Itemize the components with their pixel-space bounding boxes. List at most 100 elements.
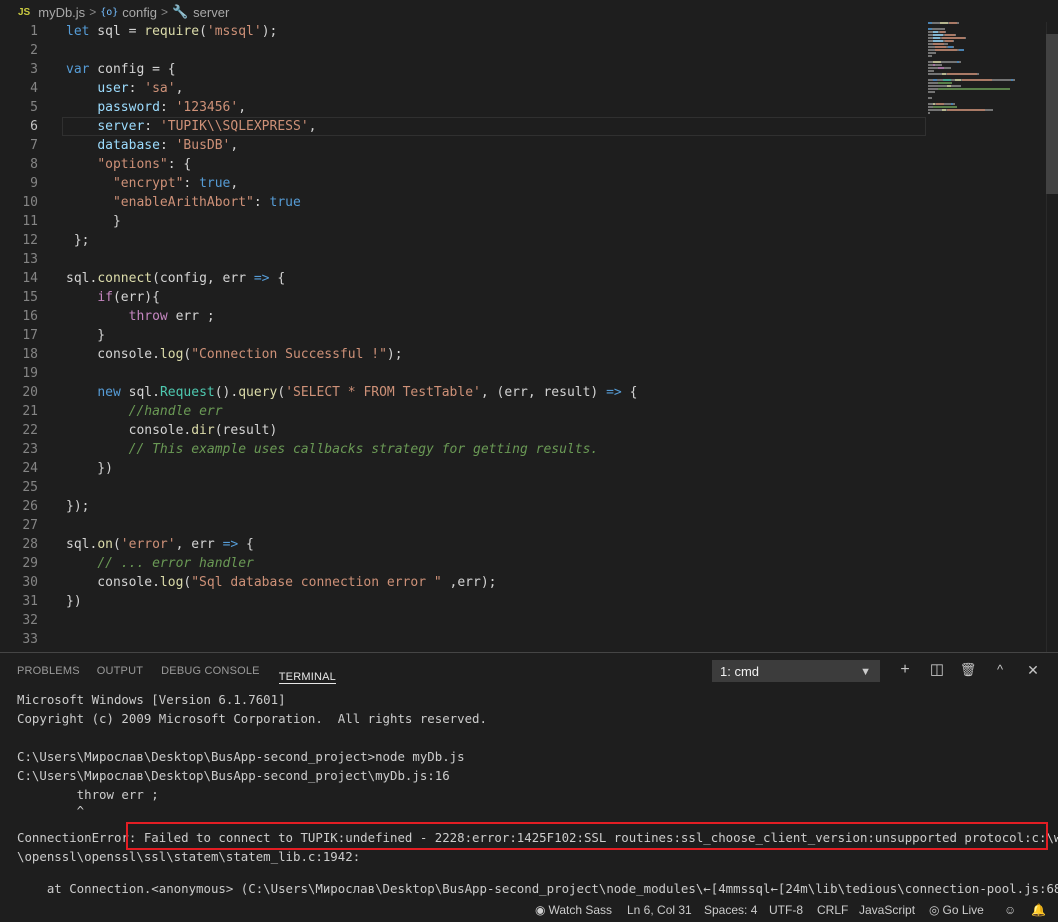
line-number: 19 xyxy=(22,366,38,381)
code-text: throw err ; xyxy=(128,309,215,324)
terminal-select[interactable]: 1: cmd ▼ xyxy=(712,660,880,682)
trash-icon[interactable]: 🗑 xyxy=(958,660,978,680)
code-line[interactable]: 31}) xyxy=(0,592,1040,611)
code-line[interactable]: 15 if(err){ xyxy=(0,288,1040,307)
tab-problems[interactable]: PROBLEMS xyxy=(17,653,80,689)
line-number: 21 xyxy=(22,404,38,419)
language-mode-item[interactable]: JavaScript xyxy=(859,898,915,922)
bottom-panel: PROBLEMS OUTPUT DEBUG CONSOLE TERMINAL 1… xyxy=(0,652,1058,899)
code-line[interactable]: 20 new sql.Request().query('SELECT * FRO… xyxy=(0,383,1040,402)
maximize-panel-icon[interactable]: ^ xyxy=(990,660,1010,680)
code-editor[interactable]: 1 let sql = require('mssql'); 2 3 var config… xyxy=(0,22,1040,652)
line-number: 1 xyxy=(30,24,38,39)
terminal-select-value: 1: cmd xyxy=(720,664,760,679)
minimap-mark xyxy=(944,43,948,45)
code-text: user: 'sa', xyxy=(97,81,184,96)
code-line[interactable]: 32 xyxy=(0,611,1040,630)
code-line[interactable]: 10 "enableArithAbort": true xyxy=(0,193,1040,212)
minimap-mark xyxy=(928,112,930,114)
broadcast-icon: ◎ xyxy=(929,903,940,917)
code-line[interactable]: 21 //handle err xyxy=(0,402,1040,421)
minimap-mark xyxy=(944,67,951,69)
line-number: 31 xyxy=(22,594,38,609)
tab-terminal[interactable]: TERMINAL xyxy=(278,659,336,684)
code-line[interactable]: 27 xyxy=(0,516,1040,535)
line-number: 30 xyxy=(22,575,38,590)
minimap[interactable] xyxy=(928,22,1046,242)
code-line[interactable]: 11 } xyxy=(0,212,1040,231)
code-line[interactable]: 22 console.dir(result) xyxy=(0,421,1040,440)
code-line[interactable]: 9 "encrypt": true, xyxy=(0,174,1040,193)
minimap-mark xyxy=(933,61,941,63)
minimap-mark xyxy=(945,34,955,36)
code-line[interactable]: 19 xyxy=(0,364,1040,383)
code-line[interactable]: 26}); xyxy=(0,497,1040,516)
code-line[interactable]: 25 xyxy=(0,478,1040,497)
code-line[interactable]: 29 // ... error handler xyxy=(0,554,1040,573)
line-number: 16 xyxy=(22,309,38,324)
breadcrumb-server[interactable]: server xyxy=(193,5,229,20)
line-number: 8 xyxy=(30,157,38,172)
line-number: 3 xyxy=(30,62,38,77)
minimap-mark xyxy=(928,52,936,54)
minimap-mark xyxy=(992,79,1011,81)
code-line[interactable]: 7 database: 'BusDB', xyxy=(0,136,1040,155)
code-line[interactable]: 6 server: 'TUPIK\\SQLEXPRESS', xyxy=(0,117,1040,136)
go-live-item[interactable]: ◎ Go Live xyxy=(929,898,984,922)
breadcrumb-file[interactable]: myDb.js xyxy=(38,5,85,20)
code-line[interactable]: 8 "options": { xyxy=(0,155,1040,174)
indentation-item[interactable]: Spaces: 4 xyxy=(704,898,757,922)
code-line[interactable]: 18 console.log("Connection Successful !"… xyxy=(0,345,1040,364)
code-line[interactable]: 5 password: '123456', xyxy=(0,98,1040,117)
tab-debug-console[interactable]: DEBUG CONSOLE xyxy=(161,653,260,689)
terminal-line: \openssl\openssl\ssl\statem\statem_lib.c… xyxy=(17,849,361,864)
code-line[interactable]: 4 user: 'sa', xyxy=(0,79,1040,98)
code-line[interactable]: 1 let sql = require('mssql'); xyxy=(0,22,1040,41)
breadcrumb-config[interactable]: config xyxy=(122,5,157,20)
code-line[interactable]: 30 console.log("Sql database connection … xyxy=(0,573,1040,592)
error-highlight-box xyxy=(126,822,1048,850)
add-terminal-icon[interactable]: + xyxy=(895,660,915,680)
cursor-position[interactable]: Ln 6, Col 31 xyxy=(627,898,692,922)
code-line[interactable]: 14 sql.connect(config, err => { xyxy=(0,269,1040,288)
tab-output[interactable]: OUTPUT xyxy=(97,653,143,689)
minimap-mark xyxy=(959,49,964,51)
code-line[interactable]: 28 sql.on('error', err => { xyxy=(0,535,1040,554)
code-line[interactable]: 23 // This example uses callbacks strate… xyxy=(0,440,1040,459)
encoding-item[interactable]: UTF-8 xyxy=(769,898,803,922)
line-number: 33 xyxy=(22,632,38,647)
minimap-mark xyxy=(977,73,979,75)
editor-scrollbar-thumb[interactable] xyxy=(1046,34,1058,194)
code-line[interactable]: 16 throw err ; xyxy=(0,307,1040,326)
minimap-mark xyxy=(945,31,946,33)
line-number: 5 xyxy=(30,100,38,115)
code-text: } xyxy=(66,214,121,229)
minimap-mark xyxy=(928,88,938,90)
eol-item[interactable]: CRLF xyxy=(817,898,848,922)
line-number: 29 xyxy=(22,556,38,571)
code-line[interactable]: 33 xyxy=(0,630,1040,649)
minimap-mark xyxy=(933,40,943,42)
split-terminal-icon[interactable]: ◫ xyxy=(927,660,947,680)
notifications-bell-icon[interactable]: 🔔 xyxy=(1031,898,1046,922)
breadcrumb: JS myDb.js > {o} config > 🔧 server xyxy=(0,0,1058,24)
close-panel-icon[interactable]: ✕ xyxy=(1023,660,1043,680)
minimap-mark xyxy=(928,55,932,57)
code-line[interactable]: 24 }) xyxy=(0,459,1040,478)
code-line[interactable]: 2 xyxy=(0,41,1040,60)
line-number: 18 xyxy=(22,347,38,362)
watch-sass-item[interactable]: ◉ Watch Sass xyxy=(535,898,612,922)
feedback-icon[interactable]: ☺ xyxy=(1004,898,1016,922)
code-line[interactable]: 3 var config = { xyxy=(0,60,1040,79)
variable-icon: {o} xyxy=(100,6,119,18)
minimap-mark xyxy=(953,40,954,42)
line-number: 9 xyxy=(30,176,38,191)
code-text: }) xyxy=(66,594,82,609)
line-number: 32 xyxy=(22,613,38,628)
terminal-line: throw err ; xyxy=(17,787,159,802)
line-number: 14 xyxy=(22,271,38,286)
code-line[interactable]: 17 } xyxy=(0,326,1040,345)
code-line[interactable]: 12 }; xyxy=(0,231,1040,250)
minimap-mark xyxy=(928,70,934,72)
code-line[interactable]: 13 xyxy=(0,250,1040,269)
